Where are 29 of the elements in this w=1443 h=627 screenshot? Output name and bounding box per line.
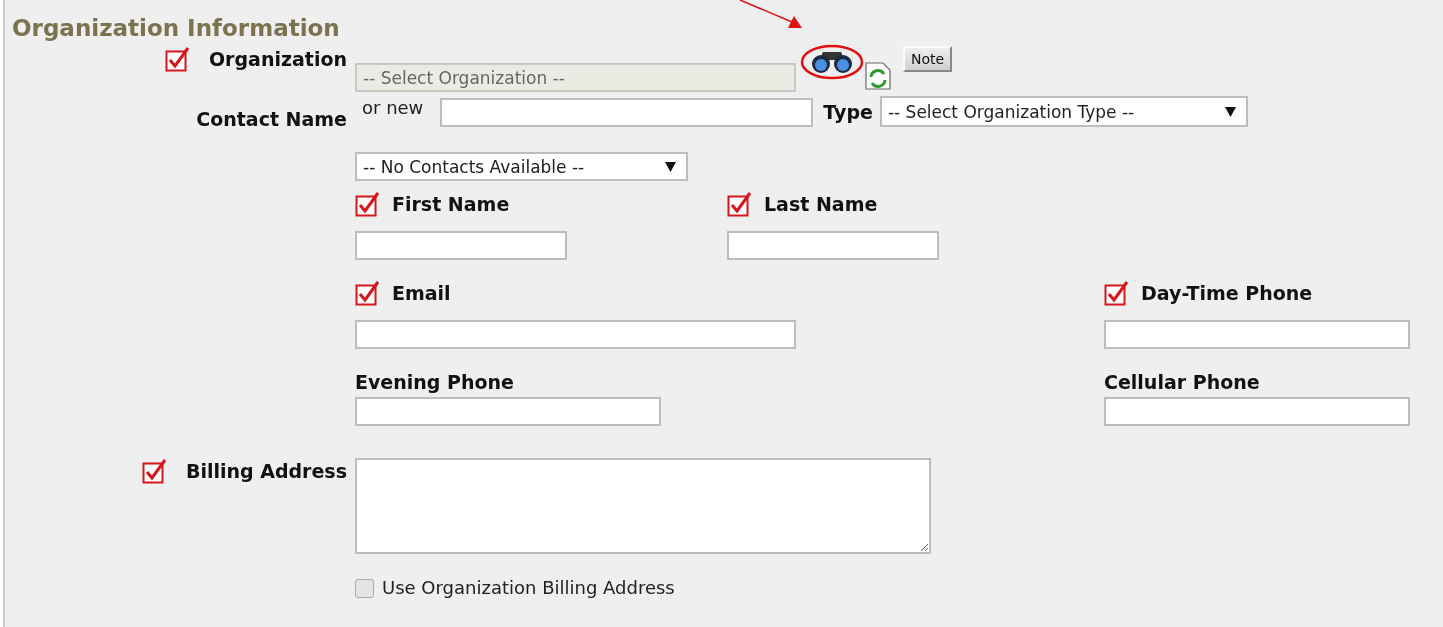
checkbox-label: Use Organization Billing Address (382, 576, 675, 600)
billing-address-textarea[interactable] (355, 458, 931, 554)
organization-type-select[interactable]: -- Select Organization Type -- (879, 96, 1248, 127)
text-input[interactable] (1104, 320, 1410, 349)
type-label: Type (823, 100, 873, 124)
field-label: Email (392, 281, 451, 305)
text-input[interactable] (727, 231, 939, 260)
text-input[interactable] (355, 320, 796, 349)
field-label: Billing Address (185, 459, 347, 483)
field-label: Cellular Phone (1104, 370, 1260, 394)
text-input[interactable] (1104, 397, 1410, 426)
contacts-select[interactable]: -- No Contacts Available -- (355, 152, 688, 181)
field-label: Organization (208, 47, 347, 71)
field-label: Contact Name (196, 107, 347, 131)
text-input[interactable] (355, 397, 661, 426)
refresh-icon[interactable] (865, 62, 891, 90)
field-label: First Name (392, 192, 510, 216)
or-new-label: or new (362, 96, 424, 120)
binoculars-icon[interactable] (811, 50, 853, 74)
section-title: Organization Information (11, 14, 340, 43)
contact-name-input[interactable] (440, 98, 814, 127)
field-label: Day-Time Phone (1141, 281, 1313, 305)
caret-icon (1224, 106, 1236, 117)
text-input[interactable] (355, 231, 567, 260)
field-label: Evening Phone (355, 370, 514, 394)
field-label: Last Name (764, 192, 878, 216)
caret-icon (665, 161, 676, 172)
checkbox[interactable] (355, 578, 374, 598)
annotation-circle (800, 44, 864, 80)
